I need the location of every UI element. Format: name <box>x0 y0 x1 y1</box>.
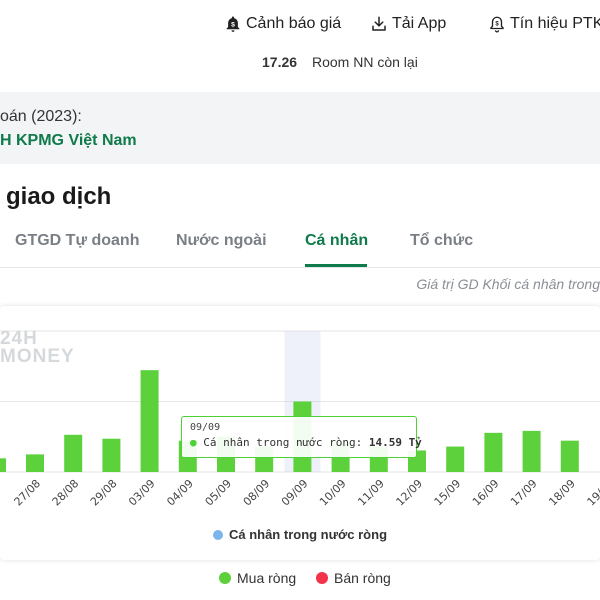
series-legend[interactable]: Cá nhân trong nước ròng <box>0 527 600 542</box>
x-tick-label: 05/09 <box>203 477 235 509</box>
tooltip-line: ● Cá nhân trong nước ròng: 14.59 Tỷ <box>190 436 422 449</box>
buy-sell-legend: Mua ròng Bán ròng <box>0 570 600 590</box>
tooltip-label: Cá nhân trong nước ròng: <box>203 436 363 449</box>
tooltip-series-dot: ● <box>190 436 197 449</box>
x-tick-label: 11/09 <box>355 477 387 509</box>
chart-bar-18-09[interactable] <box>560 440 579 472</box>
chart-bar-partial[interactable] <box>0 458 6 472</box>
sell-legend-dot <box>316 572 328 584</box>
buy-legend-label: Mua ròng <box>237 570 297 586</box>
tooltip-date: 09/09 <box>190 422 221 433</box>
buy-legend-dot <box>219 572 231 584</box>
chart-bar-17-09[interactable] <box>522 430 541 472</box>
watermark-line-2: MONEY <box>0 346 75 367</box>
x-tick-label: 03/09 <box>126 477 158 509</box>
series-legend-label: Cá nhân trong nước ròng <box>228 527 388 542</box>
sell-legend-label: Bán ròng <box>334 570 391 586</box>
tooltip-value: 14.59 Tỷ <box>368 436 422 449</box>
x-tick-label: 18/09 <box>546 477 578 509</box>
watermark-logo: 24H MONEY <box>0 329 75 367</box>
chart-bar-27-08[interactable] <box>26 454 44 472</box>
chart-tooltip: 09/09 ● Cá nhân trong nước ròng: 14.59 T… <box>181 416 422 458</box>
x-tick-label: 19/09 <box>585 477 600 509</box>
x-tick-label: 09/09 <box>279 477 311 509</box>
x-tick-label: 16/09 <box>470 477 502 509</box>
x-tick-label: 29/08 <box>88 477 120 509</box>
net-trading-chart[interactable]: 27/08 28/08 29/08 03/09 04/09 05/09 08/09 09/09… <box>0 0 600 560</box>
sell-legend-item[interactable]: Bán ròng <box>316 570 391 586</box>
chart-bar-16-09[interactable] <box>484 432 503 472</box>
x-tick-label: 15/09 <box>432 477 464 509</box>
x-tick-label: 28/08 <box>50 477 82 509</box>
x-tick-label: 08/09 <box>241 477 273 509</box>
x-tick-label: 10/09 <box>317 477 349 509</box>
x-tick-label: 27/08 <box>12 477 44 509</box>
chart-bar-29-08[interactable] <box>102 438 121 472</box>
chart-bar-28-08[interactable] <box>64 434 83 472</box>
buy-legend-item[interactable]: Mua ròng <box>219 570 296 586</box>
x-tick-label: 17/09 <box>508 477 540 509</box>
x-tick-label: 04/09 <box>164 477 196 509</box>
chart-bar-15-09[interactable] <box>446 446 465 472</box>
chart-bar-03-09[interactable] <box>140 370 159 472</box>
x-tick-label: 12/09 <box>394 477 426 509</box>
series-legend-dot <box>212 530 223 540</box>
